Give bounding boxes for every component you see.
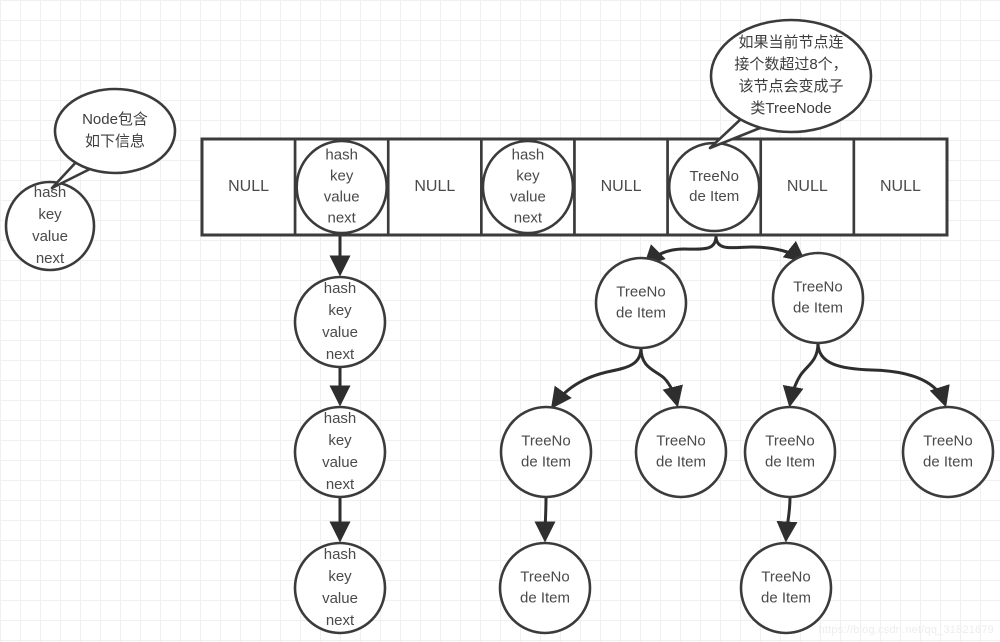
array-cell-label-0: NULL (228, 178, 269, 195)
array-cell-label-4: NULL (601, 178, 642, 195)
array-cell-label-2: NULL (414, 178, 455, 195)
watermark: https://blog.csdn.net/qq_31821679 (818, 624, 994, 636)
edge-L3c-to-L4b (776, 495, 798, 543)
array-cells: NULLhash key value nextNULLhash key value next… (200, 137, 949, 237)
array-cell-label-7: NULL (880, 178, 921, 195)
edge-L3a-to-L4a (534, 495, 556, 543)
edge-L2left-to-L3b (639, 346, 683, 408)
bucket-array[interactable]: NULLhash key value nextNULLhash key value next… (200, 137, 949, 237)
tree-L3-c[interactable] (743, 405, 837, 499)
tree-L3-b[interactable] (634, 405, 728, 499)
nodes-layer: hash key value nexthash key value nexthash key v… (4, 180, 995, 635)
node-info-callout[interactable] (53, 87, 177, 175)
edge-root-to-L2-right (714, 234, 806, 263)
edge-L2right-to-L3c (782, 341, 820, 408)
tree-L3-a[interactable] (499, 405, 593, 499)
array-cell-label-6: NULL (787, 178, 828, 195)
tree-L2-left[interactable] (594, 256, 688, 350)
edge-L2right-to-L3d (816, 341, 950, 408)
tree-L4-a[interactable] (498, 541, 592, 635)
tree-L2-right[interactable] (771, 251, 865, 345)
diagram-canvas: NULL hash key value next NULL hash key value next… (0, 0, 1000, 642)
edge-L2left-to-L3a (550, 346, 643, 409)
tree-L3-d[interactable] (901, 405, 995, 499)
diagram-svg: NULLhash key value nextNULLhash key value next… (4, 18, 995, 635)
tree-L4-b[interactable] (739, 541, 833, 635)
